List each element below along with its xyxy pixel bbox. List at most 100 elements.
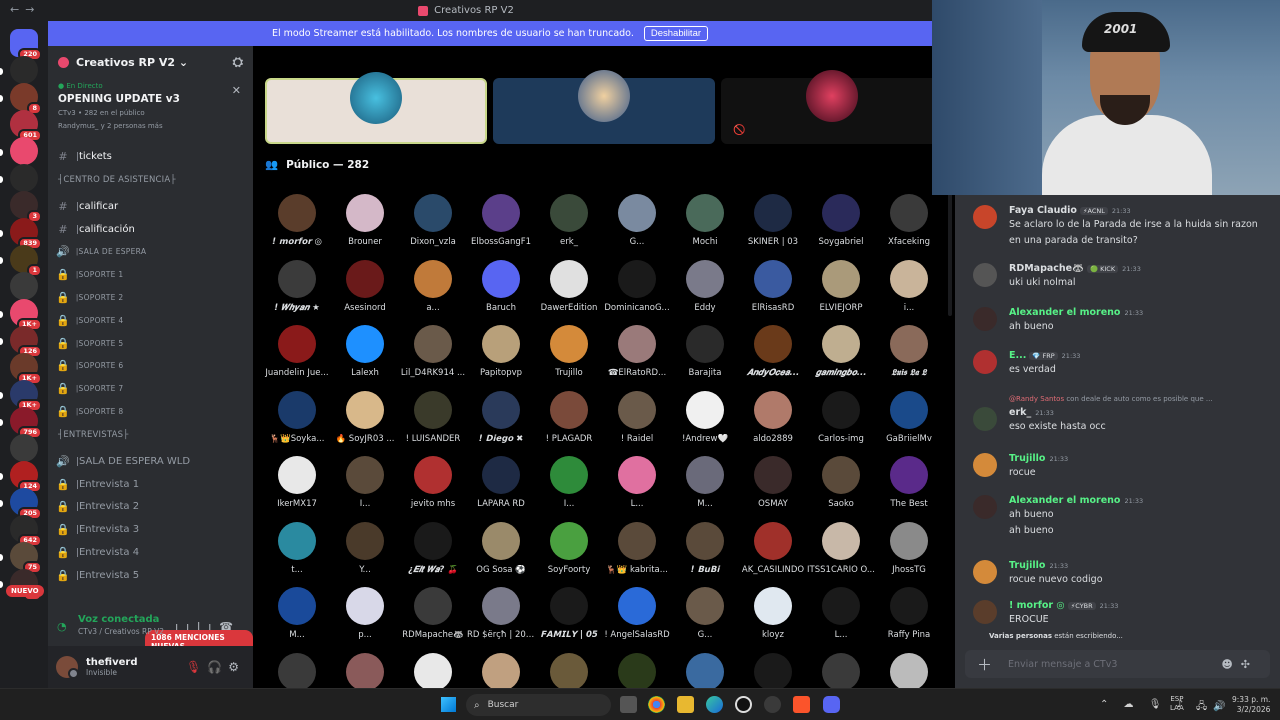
- channel-item[interactable]: 🔒 ǀ Entrevista 2: [56, 496, 246, 517]
- audience-member[interactable]: Y...: [331, 521, 399, 587]
- speaker-tile[interactable]: 🚫: [721, 70, 943, 144]
- audience-member[interactable]: ! 𝗺𝗼𝗿𝗳𝗼𝗿 ◎: [263, 194, 331, 259]
- audience-member[interactable]: ! AngelSalasRD: [603, 587, 671, 652]
- avatar[interactable]: [56, 656, 79, 679]
- author-name[interactable]: Trujillo: [1009, 453, 1045, 464]
- channel-category[interactable]: ┤ENTREVISTAS├: [58, 430, 129, 440]
- audience-member[interactable]: ! 𝑾𝒉𝒚𝒂𝒏 ★: [263, 259, 331, 325]
- history-nav[interactable]: ←→: [10, 3, 40, 16]
- mic-muted-icon[interactable]: 🎙: [186, 660, 207, 674]
- server-icon[interactable]: [10, 272, 38, 300]
- reply-preview[interactable]: @Randy Santos con deale de auto como es …: [1009, 395, 1213, 403]
- audience-member[interactable]: Mochi: [671, 194, 739, 259]
- audience-member[interactable]: Baruch: [467, 259, 535, 325]
- audience-member[interactable]: 𝑨𝒏𝒅𝒚𝑶𝒄𝒆𝒂...: [739, 325, 807, 390]
- audience-member[interactable]: i...: [875, 259, 943, 325]
- audience-member[interactable]: Raffy Pina: [875, 587, 943, 652]
- audience-member[interactable]: The Best: [875, 456, 943, 521]
- audience-member[interactable]: ElRisasRD: [739, 259, 807, 325]
- channel-item[interactable]: 🔊 ǀ SALA DE ESPERA: [56, 241, 246, 262]
- server-header[interactable]: Creativos RP V2 ⌄ ⛭: [48, 46, 253, 78]
- author-name[interactable]: Faya Claudio: [1009, 205, 1077, 216]
- taskbar-search[interactable]: ⌕ Buscar: [466, 694, 611, 716]
- channel-item[interactable]: 🔒 ǀ SOPORTE 2: [56, 287, 246, 308]
- audience-member[interactable]: SKINER | 03: [739, 194, 807, 259]
- avatar[interactable]: [973, 307, 997, 331]
- audience-member[interactable]: Lil_D4RK914 ...: [399, 325, 467, 390]
- gear-icon[interactable]: ⚙: [228, 660, 245, 674]
- author-name[interactable]: RDMapache🦝: [1009, 263, 1084, 274]
- channel-item[interactable]: # ǀ calificar: [56, 196, 246, 217]
- audience-member[interactable]: Soygabriel: [807, 194, 875, 259]
- server-icon[interactable]: 642: [10, 515, 42, 547]
- close-icon[interactable]: ✕: [232, 84, 241, 97]
- audience-member[interactable]: ! LUISANDER: [399, 390, 467, 456]
- channel-item[interactable]: # ǀ calificación: [56, 219, 246, 240]
- audience-member[interactable]: 🔥 SoyJR03 ...: [331, 390, 399, 456]
- audience-member[interactable]: IkerMX17: [263, 456, 331, 521]
- avatar[interactable]: [973, 560, 997, 584]
- author-name[interactable]: Alexander el moreno: [1009, 307, 1120, 318]
- audience-member[interactable]: 𝗙𝗔𝗠𝗜𝗟𝗬 | 05: [535, 587, 603, 652]
- audience-member[interactable]: G...: [603, 194, 671, 259]
- audience-member[interactable]: ELVIEJORP: [807, 259, 875, 325]
- windows-start-icon[interactable]: [441, 697, 456, 712]
- new-unreads-pill[interactable]: NUEVO: [6, 585, 44, 597]
- channel-item[interactable]: 🔒 ǀ Entrevista 4: [56, 542, 246, 563]
- audience-member[interactable]: SoyFoorty: [535, 521, 603, 587]
- server-icon[interactable]: 1K+: [10, 299, 42, 331]
- audience-member[interactable]: ITSS1CARIO O...: [807, 521, 875, 587]
- audience-member[interactable]: Eddy: [671, 259, 739, 325]
- message-input[interactable]: Enviar mensaje a CTv3: [1008, 659, 1117, 670]
- server-icon[interactable]: 601: [10, 110, 42, 142]
- audience-member[interactable]: RD $ërçħ | 20 ...: [467, 587, 535, 652]
- author-name[interactable]: erk_: [1009, 407, 1031, 418]
- server-icon[interactable]: 205: [10, 488, 42, 520]
- edge-icon[interactable]: [706, 696, 723, 713]
- clock[interactable]: 9:33 p. m. 3/2/2026: [1232, 695, 1270, 715]
- soundboard-icon[interactable]: ıılı: [175, 620, 219, 633]
- server-icon[interactable]: 796: [10, 407, 42, 439]
- audience-member[interactable]: t...: [263, 521, 331, 587]
- channel-item[interactable]: 🔒 ǀ Entrevista 5: [56, 565, 246, 586]
- audience-member[interactable]: ! 𝗕𝘂𝗕𝗶: [671, 521, 739, 587]
- audience-member[interactable]: ElbossGangF1: [467, 194, 535, 259]
- channel-item[interactable]: 🔒 ǀ SOPORTE 5: [56, 333, 246, 354]
- audience-member[interactable]: 🦌👑 kabrita...: [603, 521, 671, 587]
- apps-icon[interactable]: ✣: [1241, 658, 1258, 671]
- server-icon[interactable]: 8: [10, 83, 42, 115]
- headset-icon[interactable]: 🎧: [207, 660, 228, 674]
- language-indicator[interactable]: ESP LAA: [1170, 695, 1184, 713]
- avatar[interactable]: [973, 453, 997, 477]
- audience-member[interactable]: L...: [603, 456, 671, 521]
- tray-icons[interactable]: 🖧🔊: [1196, 699, 1232, 716]
- audience-member[interactable]: Saoko: [807, 456, 875, 521]
- channel-item[interactable]: 🔒 ǀ SOPORTE 4: [56, 310, 246, 331]
- audience-member[interactable]: RDMapache🦝: [399, 587, 467, 652]
- server-icon[interactable]: [10, 137, 38, 165]
- plus-icon[interactable]: ＋: [977, 654, 992, 675]
- audience-member[interactable]: 🦌👑Soyka...: [263, 390, 331, 456]
- avatar[interactable]: [973, 263, 997, 287]
- task-view-icon[interactable]: [620, 696, 637, 713]
- channel-item[interactable]: 🔒 ǀ SOPORTE 8: [56, 401, 246, 422]
- speaker-tile[interactable]: [265, 72, 487, 144]
- audience-member[interactable]: LAPARA RD: [467, 456, 535, 521]
- audience-member[interactable]: M...: [263, 587, 331, 652]
- audience-member[interactable]: ! Raidel: [603, 390, 671, 456]
- disable-streamer-button[interactable]: Deshabilitar: [643, 26, 709, 41]
- audience-member[interactable]: DominicanoG...: [603, 259, 671, 325]
- audience-member[interactable]: Brouner: [331, 194, 399, 259]
- audience-member[interactable]: G...: [671, 587, 739, 652]
- server-icon[interactable]: [10, 164, 38, 192]
- audience-member[interactable]: L...: [807, 587, 875, 652]
- audience-member[interactable]: I...: [535, 456, 603, 521]
- channel-item[interactable]: 🔒 ǀ SOPORTE 6: [56, 355, 246, 376]
- file-explorer-icon[interactable]: [677, 696, 694, 713]
- audience-member[interactable]: I...: [331, 456, 399, 521]
- audience-member[interactable]: 𝕷𝖚𝖎𝖘 𝕷𝖆 𝕷: [875, 325, 943, 390]
- invite-people-icon[interactable]: ⛭: [233, 55, 243, 70]
- audience-member[interactable]: ☎ElRatoRD...: [603, 325, 671, 390]
- audience-member[interactable]: Xfaceking: [875, 194, 943, 259]
- avatar[interactable]: [973, 495, 997, 519]
